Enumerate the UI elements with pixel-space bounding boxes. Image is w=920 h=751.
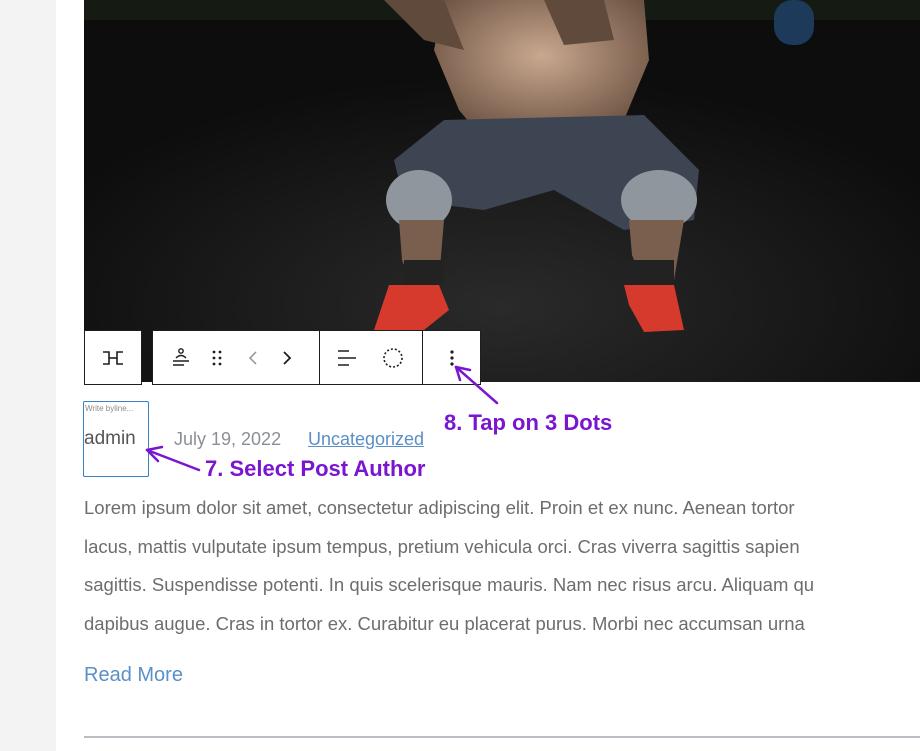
- excerpt-line: sagittis. Suspendisse potenti. In quis s…: [84, 574, 815, 595]
- more-options-icon: [450, 349, 454, 366]
- post-divider: [84, 736, 920, 738]
- block-switcher-group: [84, 330, 142, 385]
- excerpt-line: lacus, mattis vulputate ipsum tempus, pr…: [84, 535, 800, 557]
- byline-placeholder[interactable]: Write byline...: [85, 404, 147, 413]
- excerpt-line: dapibus augue. Cras in tortor ex. Curabi…: [84, 612, 805, 634]
- circle-settings-icon: [383, 347, 403, 368]
- post-author-name[interactable]: admin: [84, 428, 136, 450]
- move-left-icon: [248, 350, 257, 365]
- post-author-block[interactable]: Write byline... admin: [83, 401, 149, 477]
- toolbar-separator: [422, 331, 423, 384]
- align-button[interactable]: [329, 331, 365, 384]
- toolbar-separator: [319, 331, 320, 384]
- transform-button[interactable]: [163, 331, 199, 384]
- style-settings-button[interactable]: [375, 331, 411, 384]
- annotation-step-7: 7. Select Post Author: [205, 456, 426, 481]
- read-more-link[interactable]: Read More: [84, 664, 183, 687]
- annotation-step-8: 8. Tap on 3 Dots: [444, 410, 613, 435]
- post-author-block-icon: [103, 350, 123, 365]
- post-excerpt: Lorem ipsum dolor sit amet, consectetur …: [84, 489, 920, 643]
- drag-handle-button[interactable]: [199, 331, 235, 384]
- more-options-button[interactable]: [434, 331, 470, 384]
- align-icon: [338, 349, 356, 366]
- editor-canvas: Write byline... admin July 19, 2022 Unca…: [56, 0, 920, 751]
- post-author-transform-icon: [173, 347, 189, 366]
- block-toolbar-main: [152, 330, 481, 385]
- move-left-button[interactable]: [235, 331, 271, 384]
- move-right-icon: [283, 350, 292, 365]
- move-right-button[interactable]: [269, 331, 305, 384]
- excerpt-line: Lorem ipsum dolor sit amet, consectetur …: [84, 497, 795, 518]
- post-author-block-button[interactable]: [95, 331, 131, 384]
- post-date: July 19, 2022: [174, 429, 282, 449]
- featured-image[interactable]: [84, 0, 920, 382]
- drag-handle-icon: [212, 350, 222, 365]
- athlete-photo: [84, 0, 920, 382]
- post-category-link[interactable]: Uncategorized: [308, 429, 424, 450]
